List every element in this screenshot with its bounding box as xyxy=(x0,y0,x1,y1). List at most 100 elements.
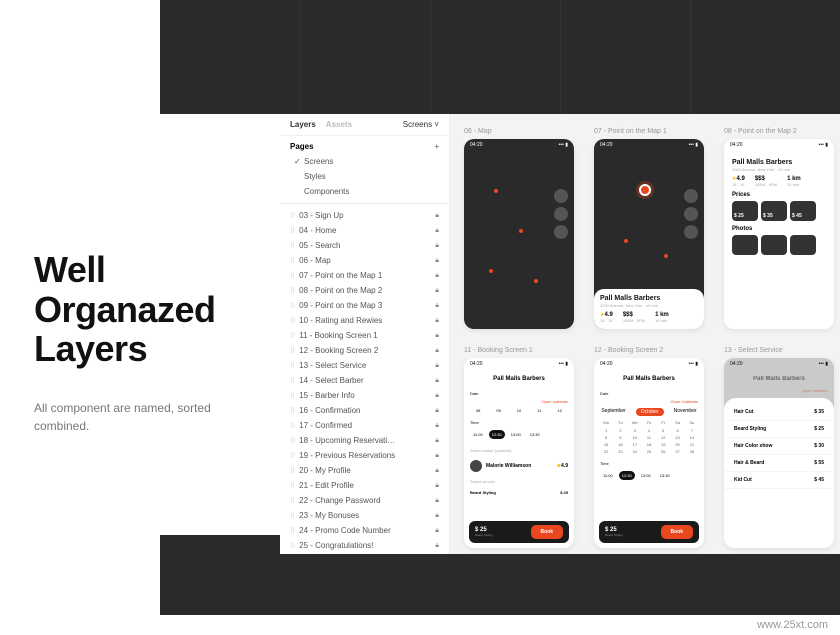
pages-header: Pages + xyxy=(280,136,449,154)
lock-icon[interactable]: 🔒︎ xyxy=(435,407,439,415)
grid-line xyxy=(560,0,561,114)
lock-icon[interactable]: 🔒︎ xyxy=(435,302,439,310)
layer-item[interactable]: ⠿25 - Congratulations!🔒︎ xyxy=(280,538,449,553)
grip-icon: ⠿ xyxy=(290,272,294,280)
page-item-screens[interactable]: ✓Screens xyxy=(280,154,449,169)
lock-icon[interactable]: 🔒︎ xyxy=(435,542,439,550)
lock-icon[interactable]: 🔒︎ xyxy=(435,362,439,370)
lock-icon[interactable]: 🔒︎ xyxy=(435,422,439,430)
artboard-booking-2[interactable]: 04:20••• ▮ Pall Malls Barbers Date Close… xyxy=(594,358,704,548)
time-picker[interactable]: 11:00 12:30 13:00 13:30 xyxy=(464,428,574,441)
layer-item[interactable]: ⠿16 - Confirmation🔒︎ xyxy=(280,403,449,418)
service-option[interactable]: Kid Cut$ 45 xyxy=(724,472,834,489)
lock-icon[interactable]: 🔒︎ xyxy=(435,527,439,535)
lock-icon[interactable]: 🔒︎ xyxy=(435,332,439,340)
layer-item[interactable]: ⠿21 - Edit Profile🔒︎ xyxy=(280,478,449,493)
layer-item[interactable]: ⠿04 - Home🔒︎ xyxy=(280,223,449,238)
barber-select[interactable]: Malorie Williamson ★4.9 xyxy=(464,456,574,476)
add-page-button[interactable]: + xyxy=(434,142,439,151)
grip-icon: ⠿ xyxy=(290,482,294,490)
grip-icon: ⠿ xyxy=(290,422,294,430)
bottom-sheet[interactable]: Pall Malls Barbers 1000 Avenue, New York… xyxy=(594,289,704,329)
layer-item[interactable]: ⠿15 - Barber Info🔒︎ xyxy=(280,388,449,403)
map-fab-button[interactable] xyxy=(554,189,568,203)
layer-item[interactable]: ⠿06 - Map🔒︎ xyxy=(280,253,449,268)
lock-icon[interactable]: 🔒︎ xyxy=(435,242,439,250)
lock-icon[interactable]: 🔒︎ xyxy=(435,512,439,520)
divider xyxy=(280,203,449,204)
map-fab-button[interactable] xyxy=(554,207,568,221)
screens-dropdown[interactable]: Screens ˅ xyxy=(403,120,439,129)
layer-item[interactable]: ⠿10 - Rating and Rewies🔒︎ xyxy=(280,313,449,328)
layer-item[interactable]: ⠿09 - Point on the Map 3🔒︎ xyxy=(280,298,449,313)
layer-item[interactable]: ⠿24 - Promo Code Number🔒︎ xyxy=(280,523,449,538)
lock-icon[interactable]: 🔒︎ xyxy=(435,257,439,265)
grip-icon: ⠿ xyxy=(290,452,294,460)
layer-item[interactable]: ⠿07 - Point on the Map 1🔒︎ xyxy=(280,268,449,283)
avatar xyxy=(470,460,482,472)
lock-icon[interactable]: 🔒︎ xyxy=(435,482,439,490)
lock-icon[interactable]: 🔒︎ xyxy=(435,317,439,325)
booking-title: Pall Malls Barbers xyxy=(594,370,704,388)
service-row[interactable]: Beard Styling $ 25 xyxy=(464,487,574,498)
service-sheet[interactable]: Hair Cut$ 35Beard Styling$ 25Hair Color … xyxy=(724,398,834,548)
layer-item[interactable]: ⠿18 - Upcoming Reservati…🔒︎ xyxy=(280,433,449,448)
layer-item[interactable]: ⠿19 - Previous Reservations🔒︎ xyxy=(280,448,449,463)
artboard-booking-1[interactable]: 04:20••• ▮ Pall Malls Barbers Date Open … xyxy=(464,358,574,548)
layer-item[interactable]: ⠿17 - Confirmed🔒︎ xyxy=(280,418,449,433)
layer-item[interactable]: ⠿05 - Search🔒︎ xyxy=(280,238,449,253)
photo-thumb[interactable] xyxy=(790,235,816,255)
booking-title: Pall Malls Barbers xyxy=(464,370,574,388)
lock-icon[interactable]: 🔒︎ xyxy=(435,377,439,385)
layer-item[interactable]: ⠿22 - Change Password🔒︎ xyxy=(280,493,449,508)
map-fab-button[interactable] xyxy=(684,189,698,203)
lock-icon[interactable]: 🔒︎ xyxy=(435,272,439,280)
photo-thumb[interactable] xyxy=(732,235,758,255)
layer-item[interactable]: ⠿08 - Point on the Map 2🔒︎ xyxy=(280,283,449,298)
canvas[interactable]: 06 - Map 04:20••• ▮ 07 - Point on the Ma… xyxy=(450,114,840,554)
grip-icon: ⠿ xyxy=(290,332,294,340)
lock-icon[interactable]: 🔒︎ xyxy=(435,392,439,400)
date-picker[interactable]: 08 09 10 11 12 xyxy=(464,404,574,417)
map-pin-icon xyxy=(624,239,628,243)
artboard-map[interactable]: 04:20••• ▮ xyxy=(464,139,574,329)
lock-icon[interactable]: 🔒︎ xyxy=(435,467,439,475)
grip-icon: ⠿ xyxy=(290,287,294,295)
artboard-map-point-1[interactable]: 04:20••• ▮ Pall Malls Barbers 1000 Avenu… xyxy=(594,139,704,329)
map-fab-button[interactable] xyxy=(684,207,698,221)
tab-layers[interactable]: Layers xyxy=(290,120,316,129)
layer-item[interactable]: ⠿13 - Select Service🔒︎ xyxy=(280,358,449,373)
layer-item[interactable]: ⠿14 - Select Barber🔒︎ xyxy=(280,373,449,388)
lock-icon[interactable]: 🔒︎ xyxy=(435,437,439,445)
figma-window: Layers Assets Screens ˅ Pages + ✓Screens… xyxy=(280,114,840,554)
lock-icon[interactable]: 🔒︎ xyxy=(435,227,439,235)
lock-icon[interactable]: 🔒︎ xyxy=(435,347,439,355)
artboard-select-service[interactable]: 04:20••• ▮ Pall Malls Barbers Open calen… xyxy=(724,358,834,548)
photo-thumb[interactable] xyxy=(761,235,787,255)
page-item-components[interactable]: Components xyxy=(280,184,449,199)
service-option[interactable]: Hair Cut$ 35 xyxy=(724,404,834,421)
layer-item[interactable]: ⠿03 - Sign Up🔒︎ xyxy=(280,208,449,223)
layer-item[interactable]: ⠿20 - My Profile🔒︎ xyxy=(280,463,449,478)
map-fab-button[interactable] xyxy=(684,225,698,239)
lock-icon[interactable]: 🔒︎ xyxy=(435,212,439,220)
lock-icon[interactable]: 🔒︎ xyxy=(435,287,439,295)
artboard-map-point-2[interactable]: 04:20••• ▮ Pall Malls Barbers 1000 Avenu… xyxy=(724,139,834,329)
service-option[interactable]: Hair Color show$ 30 xyxy=(724,438,834,455)
lock-icon[interactable]: 🔒︎ xyxy=(435,497,439,505)
month-selector[interactable]: September October November xyxy=(594,404,704,420)
layer-item[interactable]: ⠿23 - My Bonuses🔒︎ xyxy=(280,508,449,523)
calendar-grid[interactable]: 1234567891011121314151617181920212223242… xyxy=(594,428,704,454)
prices-label: Prices xyxy=(732,192,826,198)
time-picker[interactable]: 11:00 12:30 13:00 13:30 xyxy=(594,469,704,482)
page-item-styles[interactable]: Styles xyxy=(280,169,449,184)
book-button[interactable]: Book xyxy=(531,525,564,539)
tab-assets[interactable]: Assets xyxy=(326,120,352,129)
layer-item[interactable]: ⠿12 - Booking Screen 2🔒︎ xyxy=(280,343,449,358)
layer-item[interactable]: ⠿11 - Booking Screen 1🔒︎ xyxy=(280,328,449,343)
book-button[interactable]: Book xyxy=(661,525,694,539)
map-fab-button[interactable] xyxy=(554,225,568,239)
service-option[interactable]: Hair & Beard$ 55 xyxy=(724,455,834,472)
lock-icon[interactable]: 🔒︎ xyxy=(435,452,439,460)
service-option[interactable]: Beard Styling$ 25 xyxy=(724,421,834,438)
